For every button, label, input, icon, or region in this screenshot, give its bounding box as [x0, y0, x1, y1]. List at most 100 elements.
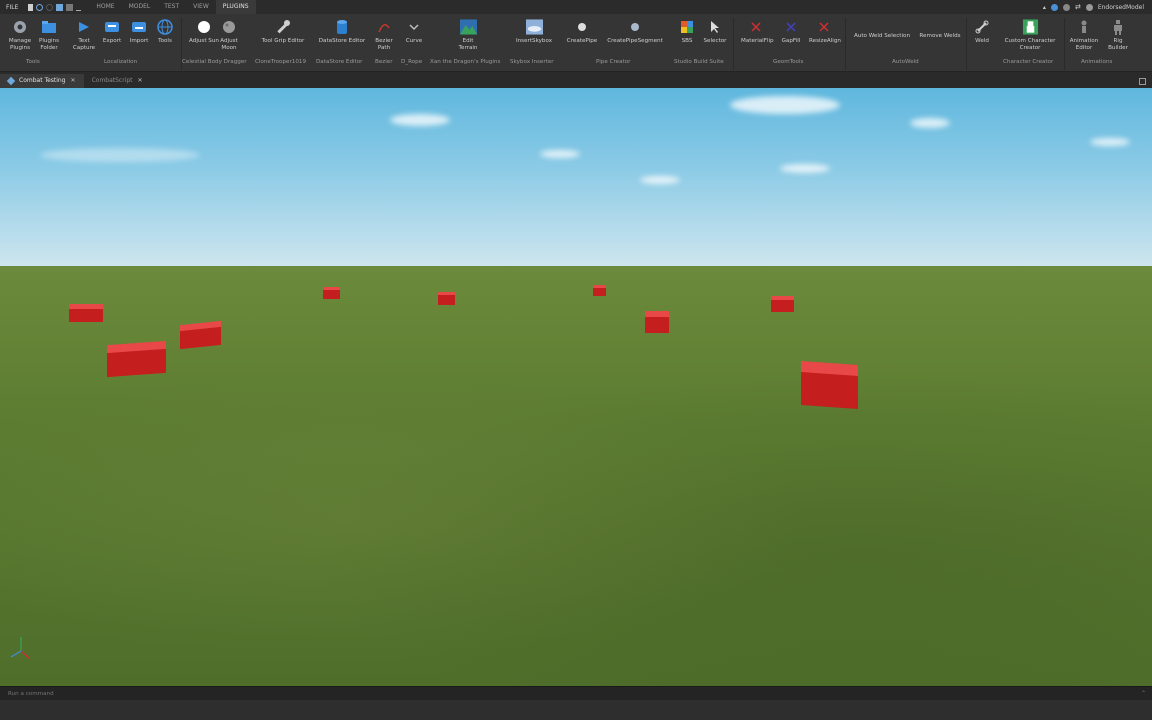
manage-plugins-button[interactable]: Manage Plugins — [5, 18, 35, 51]
part-front — [645, 316, 669, 333]
capture-icon — [76, 18, 93, 35]
red-part[interactable] — [180, 320, 221, 350]
maximize-icon[interactable] — [1139, 78, 1146, 85]
datastore-editor-button[interactable]: DataStore Editor — [312, 18, 372, 45]
create-pipe-button[interactable]: CreatePipe — [552, 18, 612, 45]
cloud — [730, 96, 840, 114]
remove-welds-button[interactable]: Remove Welds — [910, 33, 970, 40]
undo-icon[interactable] — [36, 3, 44, 11]
create-pipe-segment-button[interactable]: CreatePipeSegment — [605, 18, 665, 45]
command-bar: ⌃ — [0, 686, 1152, 700]
export-icon — [104, 18, 121, 35]
gear-icon — [12, 18, 29, 35]
export-button[interactable]: Export — [97, 18, 127, 45]
ribbon-separator — [733, 18, 734, 70]
group-label: Pipe Creator — [596, 59, 631, 65]
animation-editor-button[interactable]: Animation Editor — [1069, 18, 1099, 51]
tools-button[interactable]: Tools — [150, 18, 180, 45]
part-front — [438, 295, 455, 305]
resize-align-button[interactable]: ResizeAlign — [809, 18, 841, 45]
red-part[interactable] — [107, 340, 166, 378]
edit-terrain-button[interactable]: Edit Terrain — [453, 18, 483, 51]
help-icon[interactable] — [1050, 3, 1058, 11]
group-label: Studio Build Suite — [674, 59, 724, 65]
weld-icon — [974, 18, 991, 35]
cloud — [910, 118, 950, 128]
close-icon[interactable]: ✕ — [138, 74, 143, 88]
curve-button[interactable]: Curve — [399, 18, 429, 45]
weld-button[interactable]: Weld — [967, 18, 997, 45]
command-input[interactable] — [8, 690, 308, 697]
tab-home[interactable]: HOME — [89, 0, 121, 14]
axis-gizmo — [10, 637, 31, 660]
gap-fill-button[interactable]: GapFill — [776, 18, 806, 45]
expand-icon[interactable]: ▴ — [1043, 4, 1046, 11]
group-label: Xan the Dragon's Plugins — [430, 59, 501, 65]
new-file-icon[interactable] — [28, 3, 34, 11]
group-label: CloneTrooper1019 — [255, 59, 307, 65]
settings-icon[interactable] — [1062, 3, 1070, 11]
red-part[interactable] — [323, 287, 340, 299]
group-label: Skybox Inserter — [510, 59, 554, 65]
text-capture-button[interactable]: Text Capture — [69, 18, 99, 51]
datastore-icon — [334, 18, 351, 35]
part-front — [593, 287, 606, 296]
redo-icon[interactable] — [46, 3, 54, 11]
adjust-moon-button[interactable]: Adjust Moon — [214, 18, 244, 51]
tab-combat-testing[interactable]: Combat Testing ✕ — [0, 74, 84, 88]
red-part[interactable] — [645, 311, 669, 333]
expand-icon[interactable]: ⌃ — [1141, 690, 1146, 697]
curve-icon — [406, 18, 423, 35]
rig-builder-button[interactable]: Rig Builder — [1103, 18, 1133, 51]
tab-label: Combat Testing — [19, 77, 66, 84]
tab-test[interactable]: TEST — [157, 0, 186, 14]
tab-label: CombatScript — [91, 77, 133, 84]
cloud — [540, 150, 580, 158]
globe-icon — [157, 18, 174, 35]
close-icon[interactable]: ✕ — [71, 74, 76, 88]
selector-button[interactable]: Selector — [700, 18, 730, 45]
avatar[interactable] — [1085, 3, 1093, 11]
group-label: Celestial Body Dragger — [182, 59, 247, 65]
auto-weld-selection-button[interactable]: Auto Weld Selection — [852, 33, 912, 40]
more-icon[interactable] — [76, 4, 82, 11]
skybox-icon — [525, 18, 543, 35]
group-label: Bezier — [375, 59, 393, 65]
red-part[interactable] — [69, 304, 103, 322]
quick-access-toolbar — [24, 3, 85, 11]
group-label: Tools — [26, 59, 40, 65]
bezier-path-button[interactable]: Bezier Path — [369, 18, 399, 51]
moon-icon — [221, 18, 238, 35]
username[interactable]: EndorsedModel — [1098, 4, 1144, 11]
gap-fill-icon — [783, 18, 800, 35]
3d-viewport[interactable] — [0, 88, 1152, 686]
material-flip-icon — [748, 18, 765, 35]
save-icon[interactable] — [66, 3, 74, 11]
plugins-folder-button[interactable]: Plugins Folder — [34, 18, 64, 51]
custom-character-creator-button[interactable]: Custom Character Creator — [1000, 18, 1060, 51]
animation-icon — [1076, 18, 1093, 35]
cloud — [640, 176, 680, 184]
red-part[interactable] — [771, 296, 794, 312]
grass-terrain — [0, 266, 1152, 686]
publish-icon[interactable] — [56, 3, 64, 11]
red-part[interactable] — [593, 285, 606, 296]
file-menu[interactable]: FILE — [0, 4, 24, 11]
part-front — [801, 372, 858, 409]
red-part[interactable] — [801, 361, 858, 409]
tab-combat-script[interactable]: CombatScript ✕ — [84, 74, 151, 88]
ribbon-tabs: HOME MODEL TEST VIEW PLUGINS — [89, 0, 256, 14]
share-icon[interactable]: ⇄ — [1075, 3, 1081, 11]
material-flip-button[interactable]: MaterialFlip — [741, 18, 774, 45]
tab-view[interactable]: VIEW — [186, 0, 216, 14]
document-tabs: Combat Testing ✕ CombatScript ✕ — [0, 72, 1152, 88]
part-front — [107, 349, 166, 378]
character-icon — [1022, 18, 1039, 35]
tab-model[interactable]: MODEL — [122, 0, 158, 14]
sun-icon — [196, 18, 213, 35]
red-part[interactable] — [438, 292, 455, 305]
resize-align-icon — [816, 18, 833, 35]
tab-plugins[interactable]: PLUGINS — [215, 0, 256, 14]
tool-grip-editor-button[interactable]: Tool Grip Editor — [253, 18, 313, 45]
sbs-button[interactable]: SBS — [672, 18, 702, 45]
